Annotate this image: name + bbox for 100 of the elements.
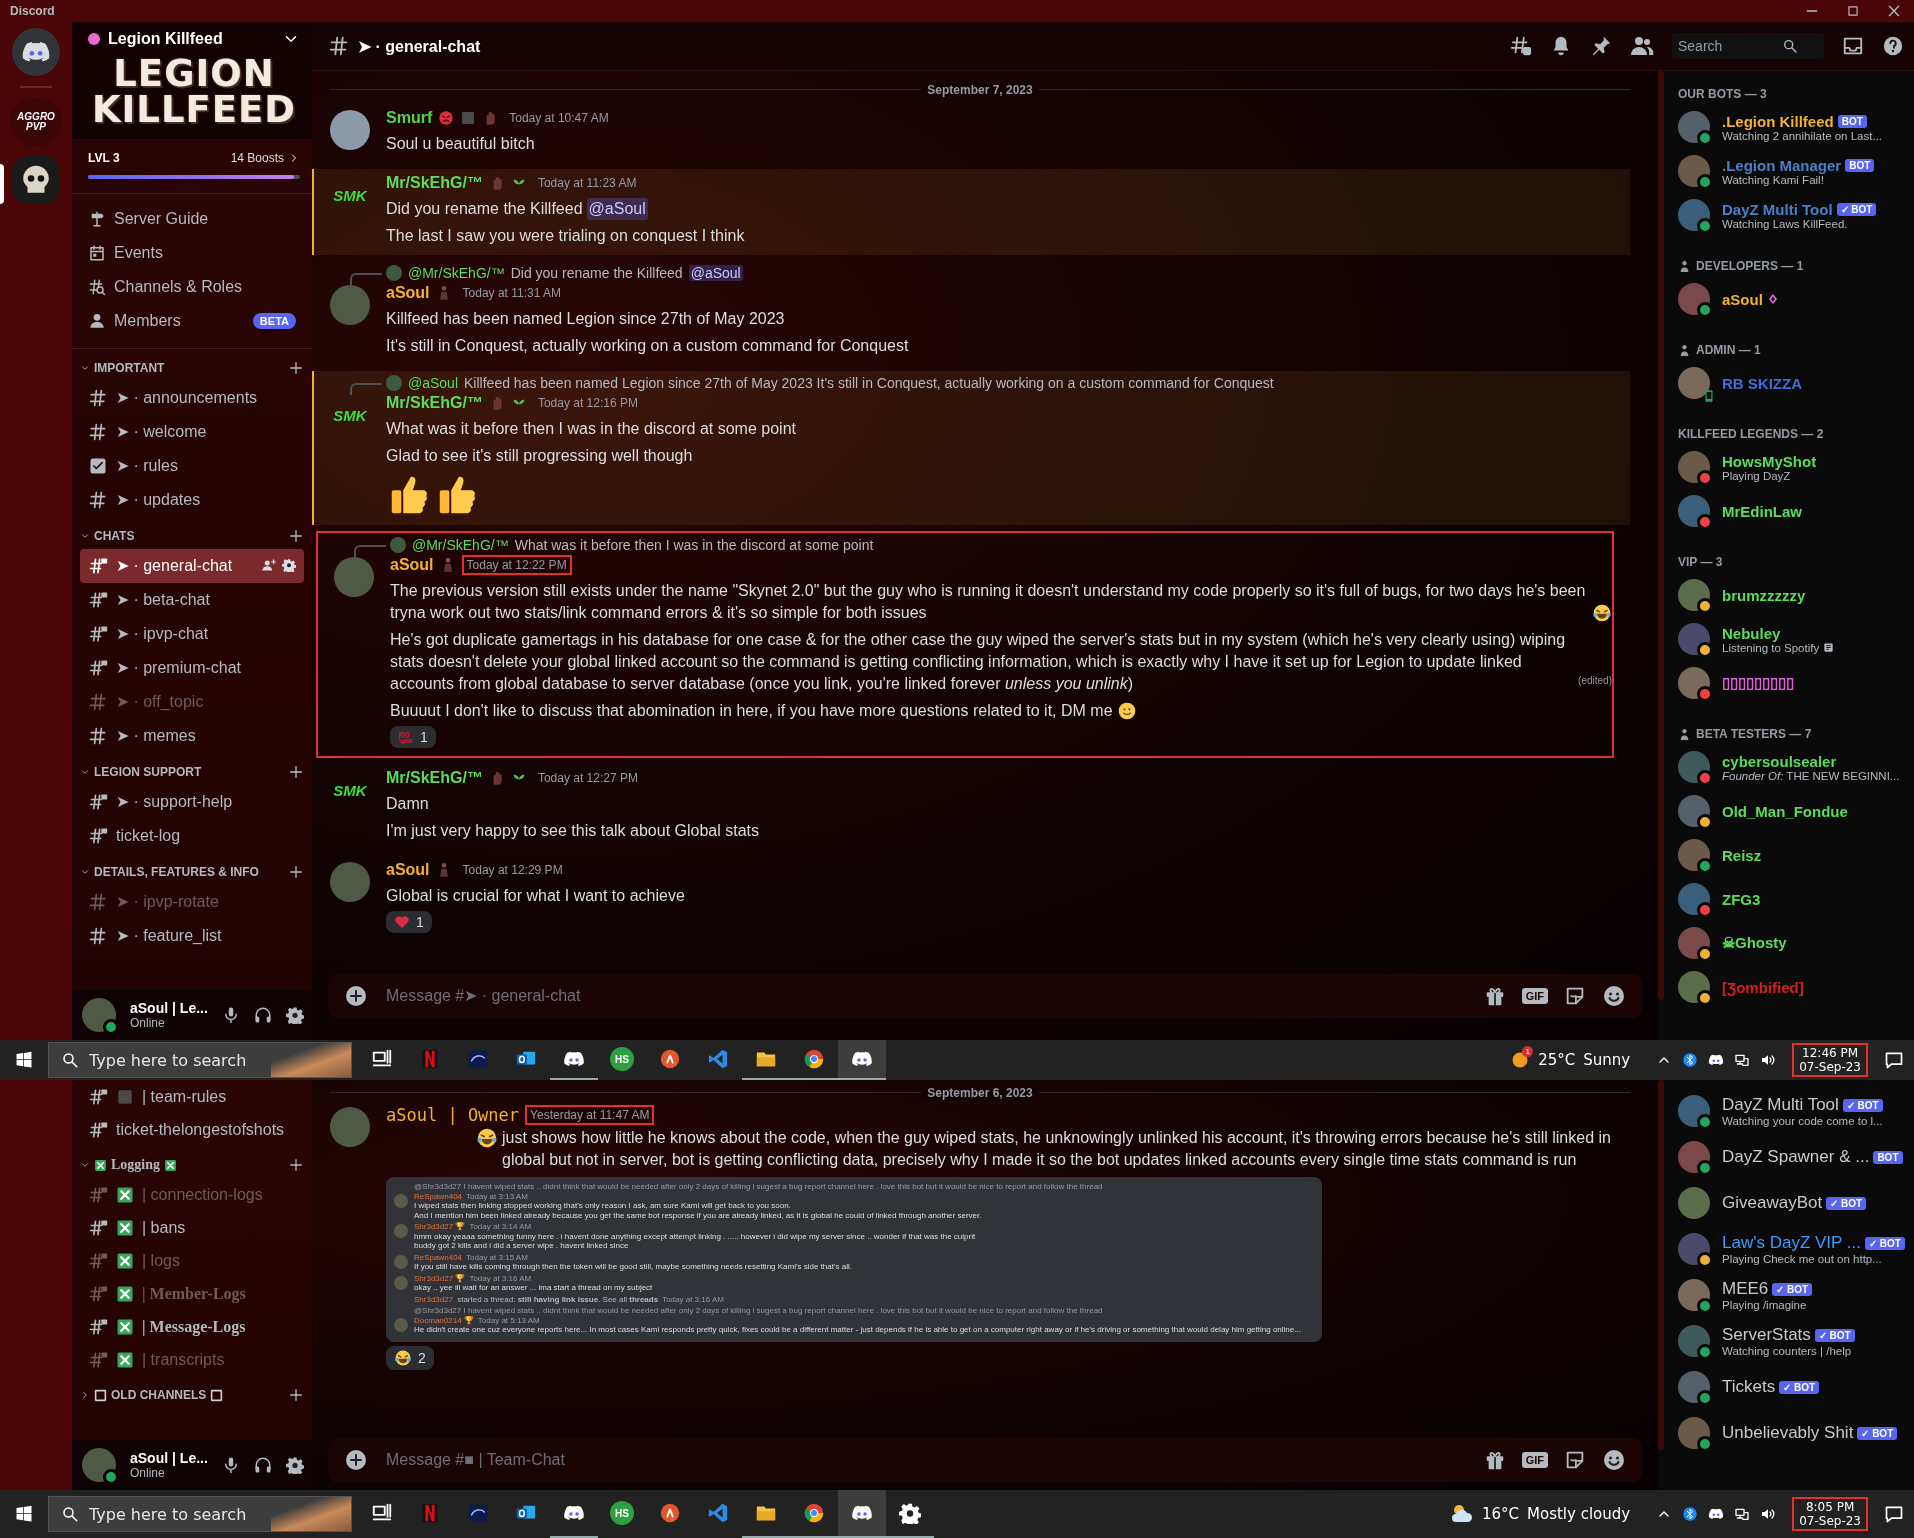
notifications-icon[interactable] [1884,1504,1904,1524]
author-name[interactable]: aSoul [386,284,430,302]
member-name[interactable]: Tickets [1722,1377,1776,1397]
start-button-icon[interactable] [15,1505,33,1523]
avatar[interactable] [330,110,370,150]
notifications-icon[interactable] [1884,1050,1904,1070]
sticker-icon[interactable] [1564,1449,1586,1471]
member-name[interactable]: ServerStats [1722,1325,1811,1345]
headphones-icon[interactable] [253,1456,272,1474]
clock[interactable]: 12:46 PM 07-Sep-23 [1792,1043,1868,1077]
member-name[interactable]: .Legion Killfeed [1722,112,1834,130]
close-icon[interactable] [1886,3,1902,19]
add-attachment-icon[interactable] [344,984,368,1008]
weather-temperature[interactable]: 16°C [1482,1505,1520,1523]
category-header[interactable]: DETAILS, FEATURES & INFO [94,864,284,879]
boost-count[interactable]: 14 Boosts [230,150,284,165]
network-icon[interactable] [1734,1052,1751,1068]
member-avatar[interactable] [1678,1095,1710,1127]
member-avatar[interactable] [1678,667,1710,699]
user-mention[interactable]: @aSoul [586,198,648,220]
reply-author[interactable]: @Mr/SkEhG/™ [412,537,509,553]
member-name[interactable]: .Legion Manager [1722,156,1842,174]
member-name[interactable]: Law's DayZ VIP ... [1722,1233,1861,1253]
channel-item[interactable]: ➤ · updates [80,482,304,517]
channel-item[interactable]: ➤ · premium-chat [80,650,304,685]
author-name[interactable]: Mr/SkEhG/™ [386,174,483,192]
add-attachment-icon[interactable] [344,1448,368,1472]
member-name[interactable]: Reisz [1722,846,1762,864]
pin-icon[interactable] [1590,35,1612,57]
member-name[interactable]: ☠Ghosty [1722,934,1787,952]
member-avatar[interactable] [1678,1141,1710,1173]
plus-icon[interactable] [288,863,304,880]
author-name[interactable]: aSoul [386,861,430,879]
channel-item[interactable]: | team-rules [80,1080,304,1113]
member-name[interactable]: MrEdinLaw [1722,502,1802,520]
reaction-button[interactable]: 2 [386,1345,434,1370]
avatar-logo[interactable]: SMK [330,175,370,215]
member-name[interactable]: RB SKIZZA [1722,374,1802,392]
avatar-logo[interactable]: SMK [330,395,370,435]
server-header[interactable]: Legion Killfeed LEGION KILLFEED [72,22,312,139]
category-header[interactable]: LEGION SUPPORT [94,764,284,779]
discord-tray-icon[interactable] [1708,1052,1725,1068]
reaction-button[interactable]: 1 [386,911,432,933]
member-avatar[interactable] [1678,1371,1710,1403]
headphones-icon[interactable] [253,1006,272,1024]
menu-item[interactable]: Events [114,243,296,262]
member-name[interactable]: DayZ Multi Tool [1722,200,1833,218]
threads-icon[interactable] [1510,35,1532,57]
category-header[interactable]: Logging [111,1157,160,1173]
member-name[interactable]: ▯▯▯▯▯▯▯▯▯ [1722,674,1794,692]
member-name[interactable]: DayZ Spawner & ... [1722,1147,1870,1167]
member-avatar[interactable] [1678,1417,1710,1449]
invite-icon[interactable] [261,558,276,573]
gif-button[interactable]: GIF [1521,1452,1548,1468]
member-avatar[interactable] [1678,155,1710,187]
clock[interactable]: 8:05 PM 07-Sep-23 [1792,1497,1868,1531]
maximize-icon[interactable] [1846,4,1860,18]
author-name[interactable]: aSoul [390,556,434,574]
member-avatar[interactable] [1678,451,1710,483]
settings-icon[interactable] [285,1006,304,1024]
channel-item[interactable]: ➤ · support-help [80,784,304,819]
bluetooth-icon[interactable] [1682,1506,1699,1522]
category-header[interactable]: IMPORTANT [94,360,284,375]
user-avatar[interactable] [82,998,116,1032]
member-avatar[interactable] [1678,839,1710,871]
help-icon[interactable] [1882,35,1904,57]
inbox-icon[interactable] [1842,35,1864,57]
channel-item[interactable]: ➤ · beta-chat [80,582,304,617]
member-name[interactable]: Unbelievably Shit [1722,1423,1854,1443]
home-button[interactable] [12,28,60,76]
taskbar-search-input[interactable]: Type here to search [89,1504,261,1524]
author-name[interactable]: Mr/SkEhG/™ [386,769,483,787]
menu-item[interactable]: Members [114,311,245,330]
settings-icon[interactable] [282,558,296,572]
reply-author[interactable]: @Mr/SkEhG/™ [408,265,505,281]
plus-icon[interactable] [288,763,304,780]
author-name[interactable]: aSoul | Owner [386,1105,520,1125]
plus-icon[interactable] [288,527,304,544]
user-mention[interactable]: @aSoul [688,265,743,281]
sticker-icon[interactable] [1564,985,1586,1007]
member-name[interactable]: GiveawayBot [1722,1193,1823,1213]
member-avatar[interactable] [1678,927,1710,959]
message-input[interactable]: Message #➤ · general-chat [384,986,1468,1006]
network-icon[interactable] [1734,1506,1751,1522]
plus-icon[interactable] [288,1387,304,1403]
emoji-icon[interactable] [1602,1448,1626,1472]
taskbar-search-field[interactable]: Type here to search [48,1496,352,1532]
member-name[interactable]: MEE6 [1722,1279,1769,1299]
menu-item[interactable]: Server Guide [114,209,296,228]
member-avatar[interactable] [1678,495,1710,527]
bluetooth-icon[interactable] [1682,1052,1699,1068]
weather-condition[interactable]: Sunny [1583,1051,1631,1069]
member-avatar[interactable] [1678,795,1710,827]
member-avatar[interactable] [1678,971,1710,1003]
server-icon[interactable] [12,156,60,204]
channel-item[interactable]: ➤ · rules [80,448,304,483]
author-name[interactable]: Smurf [386,109,433,127]
member-name[interactable]: HowsMyShot [1722,452,1817,470]
member-name[interactable]: Nebuley [1722,624,1781,642]
channel-item[interactable]: | Message-Logs [80,1310,304,1343]
